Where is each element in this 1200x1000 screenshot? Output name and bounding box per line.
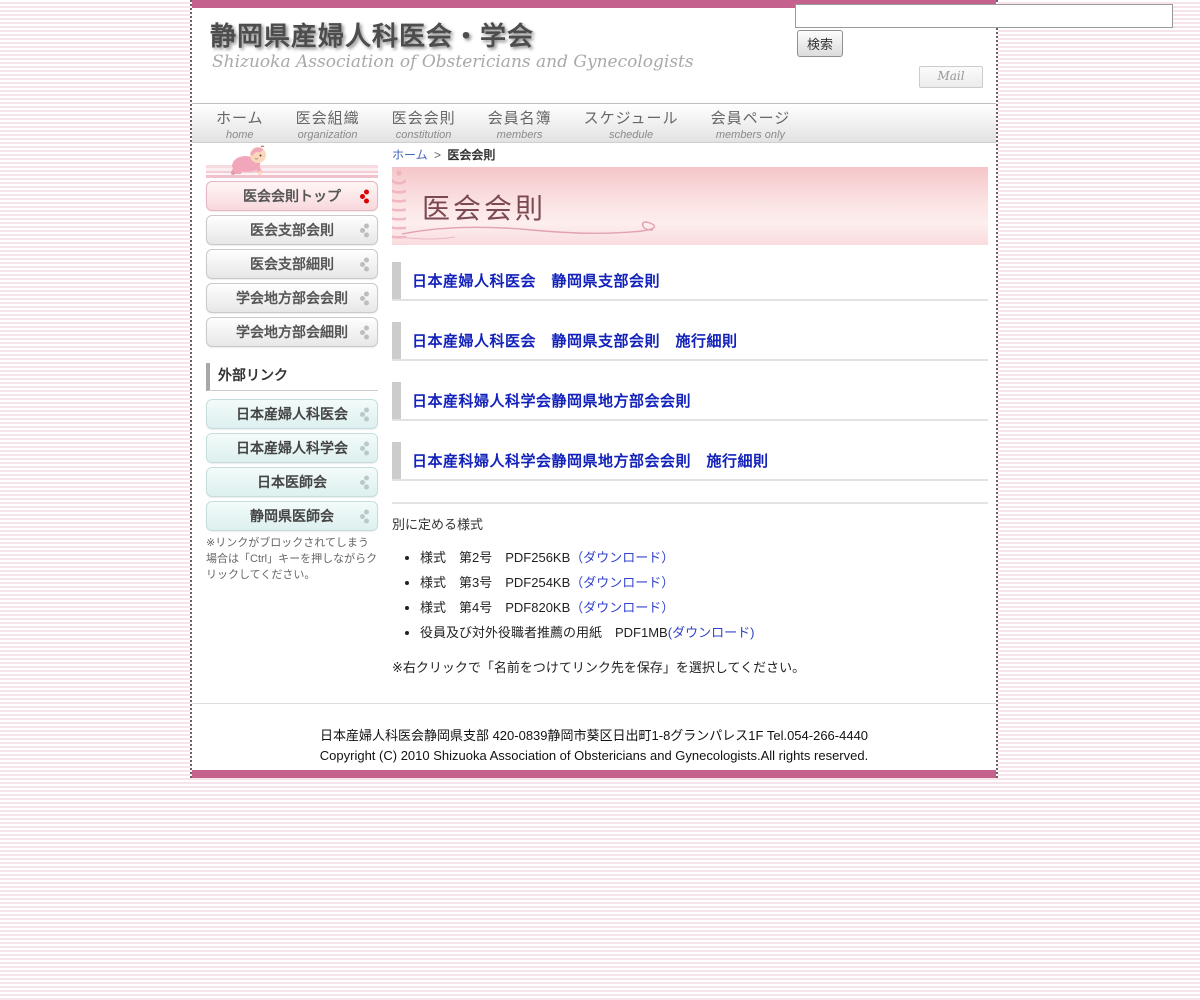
download-link[interactable]: （ダウンロード） <box>570 600 674 615</box>
nav-label: 会員名簿 <box>487 110 552 127</box>
footer: 日本産婦人科医会静岡県支部 420-0839静岡市葵区日出町1-8グランパレス1… <box>192 703 996 778</box>
main-nav: ホーム home 医会組織 organization 医会会則 constitu… <box>192 103 996 143</box>
nav-label: 会員ページ <box>710 110 791 127</box>
heading-bar-decoration <box>392 442 401 479</box>
nav-sublabel: organization <box>297 129 358 141</box>
sidebar-item-chihobukai-saisoku[interactable]: 学会地方部会細則 <box>206 317 378 347</box>
sidebar-item-kaisoku-top[interactable]: 医会会則トップ <box>206 181 378 211</box>
save-link-note: ※右クリックで「名前をつけてリンク先を保存」を選択してください。 <box>392 660 806 675</box>
dots-icon <box>360 407 369 422</box>
sidebar-note: ※リンクがブロックされてしまう場合は「Ctrl」キーを押しながらクリックしてくだ… <box>206 537 378 581</box>
form-label: 様式 第2号 PDF256KB <box>420 550 571 565</box>
document-heading-row: 日本産科婦人科学会静岡県地方部会会則 施行細則 <box>392 442 988 481</box>
nav-item-organization[interactable]: 医会組織 organization <box>280 104 376 142</box>
forms-list-item: 様式 第4号 PDF820KB（ダウンロード） <box>420 597 988 616</box>
dots-icon <box>360 441 369 456</box>
dots-icon <box>360 223 369 238</box>
dots-icon <box>360 509 369 524</box>
external-link-label: 日本産婦人科医会 <box>236 406 348 422</box>
sidebar-item-chihobukai-kaisoku[interactable]: 学会地方部会会則 <box>206 283 378 313</box>
external-link-jaog[interactable]: 日本産婦人科医会 <box>206 399 378 429</box>
document-link-shibu-kaisoku[interactable]: 日本産婦人科医会 静岡県支部会則 <box>412 270 660 291</box>
forms-section-heading: 別に定める様式 <box>392 517 484 532</box>
sidebar-item-label: 医会支部細則 <box>250 256 334 272</box>
sidebar-item-label: 学会地方部会細則 <box>236 324 348 340</box>
document-heading-row: 日本産婦人科医会 静岡県支部会則 <box>392 262 988 301</box>
sidebar: 医会会則トップ 医会支部会則 医会支部細則 学会地方部会会則 学会地方部会細則 … <box>206 143 378 584</box>
forms-list: 様式 第2号 PDF256KB（ダウンロード） 様式 第3号 PDF254KB（… <box>420 547 988 641</box>
nav-item-members-only[interactable]: 会員ページ members only <box>695 104 807 142</box>
breadcrumb: ホーム > 医会会則 <box>392 146 988 163</box>
nav-sublabel: members only <box>715 129 785 141</box>
main-content: ホーム > 医会会則 医会会則 日本産婦人科医会 静岡県支部会則 日本産婦人科医… <box>392 143 988 676</box>
page-title-banner: 医会会則 <box>392 167 988 245</box>
sidebar-item-label: 医会会則トップ <box>243 188 341 204</box>
external-link-label: 日本医師会 <box>257 474 327 490</box>
swirl-decoration <box>399 221 656 240</box>
breadcrumb-separator: > <box>433 148 441 162</box>
site-subtitle: Shizuoka Association of Obstericians and… <box>212 52 694 72</box>
dots-icon <box>360 291 369 306</box>
dots-icon <box>360 475 369 490</box>
external-link-shizuoka-med[interactable]: 静岡県医師会 <box>206 501 378 531</box>
document-link-chihobukai-saisoku[interactable]: 日本産科婦人科学会静岡県地方部会会則 施行細則 <box>412 450 769 471</box>
form-label: 役員及び対外役職者推薦の用紙 PDF1MB <box>420 625 668 640</box>
external-links-heading: 外部リンク <box>206 363 378 391</box>
page-container: 検索 Mail 静岡県産婦人科医会・学会 Shizuoka Associatio… <box>190 0 1173 778</box>
divider <box>392 502 988 504</box>
nav-label: 医会組織 <box>295 110 360 127</box>
breadcrumb-current: 医会会則 <box>447 148 496 162</box>
baby-banner <box>206 143 378 181</box>
sidebar-item-shibu-kaisoku[interactable]: 医会支部会則 <box>206 215 378 245</box>
heading-bar-decoration <box>392 262 401 299</box>
external-link-label: 静岡県医師会 <box>250 508 334 524</box>
site-title: 静岡県産婦人科医会・学会 <box>210 21 535 51</box>
external-link-jsog[interactable]: 日本産婦人科学会 <box>206 433 378 463</box>
nav-item-schedule[interactable]: スケジュール schedule <box>568 104 695 142</box>
bottom-accent-bar <box>192 770 996 778</box>
footer-copyright: Copyright (C) 2010 Shizuoka Association … <box>319 748 869 763</box>
document-heading-row: 日本産婦人科医会 静岡県支部会則 施行細則 <box>392 322 988 361</box>
form-label: 様式 第4号 PDF820KB <box>420 600 571 615</box>
footer-text-block: 日本産婦人科医会静岡県支部 420-0839静岡市葵区日出町1-8グランパレス1… <box>192 703 996 770</box>
nav-label: スケジュール <box>583 110 679 127</box>
heading-bar-decoration <box>392 382 401 419</box>
forms-list-item: 様式 第3号 PDF254KB（ダウンロード） <box>420 572 988 591</box>
document-link-shibu-saisoku[interactable]: 日本産婦人科医会 静岡県支部会則 施行細則 <box>412 330 738 351</box>
heading-bar-decoration <box>392 322 401 359</box>
mail-button[interactable]: Mail <box>919 66 983 88</box>
nav-label: 医会会則 <box>391 110 456 127</box>
forms-list-item: 様式 第2号 PDF256KB（ダウンロード） <box>420 547 988 566</box>
external-link-label: 日本産婦人科学会 <box>236 440 348 456</box>
footer-address: 日本産婦人科医会静岡県支部 420-0839静岡市葵区日出町1-8グランパレス1… <box>319 728 869 743</box>
nav-sublabel: home <box>226 129 254 141</box>
search-button[interactable]: 検索 <box>797 30 844 57</box>
document-link-chihobukai-kaisoku[interactable]: 日本産科婦人科学会静岡県地方部会会則 <box>412 390 691 411</box>
sidebar-item-label: 学会地方部会会則 <box>236 290 348 306</box>
nav-item-members[interactable]: 会員名簿 members <box>472 104 568 142</box>
baby-illustration <box>231 145 266 175</box>
nav-sublabel: members <box>496 129 543 141</box>
form-label: 様式 第3号 PDF254KB <box>420 575 571 590</box>
sidebar-item-label: 医会支部会則 <box>250 222 334 238</box>
dots-icon <box>360 325 369 340</box>
nav-sublabel: schedule <box>609 129 654 141</box>
download-link[interactable]: （ダウンロード） <box>570 550 674 565</box>
nav-sublabel: constitution <box>395 129 452 141</box>
sidebar-item-shibu-saisoku[interactable]: 医会支部細則 <box>206 249 378 279</box>
search-input[interactable] <box>795 4 1173 28</box>
nav-item-constitution[interactable]: 医会会則 constitution <box>376 104 472 142</box>
dots-icon <box>360 257 369 272</box>
nav-item-home[interactable]: ホーム home <box>200 104 280 142</box>
download-link[interactable]: (ダウンロード) <box>668 625 755 640</box>
download-link[interactable]: （ダウンロード） <box>570 575 674 590</box>
forms-list-item: 役員及び対外役職者推薦の用紙 PDF1MB(ダウンロード) <box>420 622 988 641</box>
document-heading-row: 日本産科婦人科学会静岡県地方部会会則 <box>392 382 988 421</box>
external-link-jma[interactable]: 日本医師会 <box>206 467 378 497</box>
dots-icon <box>360 189 369 204</box>
breadcrumb-home-link[interactable]: ホーム <box>392 148 428 162</box>
nav-label: ホーム <box>216 110 264 127</box>
